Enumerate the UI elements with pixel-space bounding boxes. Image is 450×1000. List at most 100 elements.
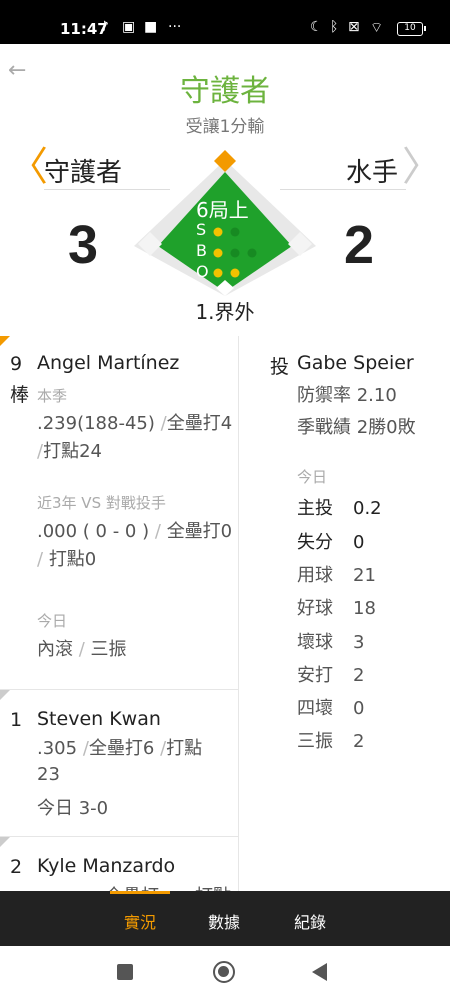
strike-label: S [196, 220, 207, 239]
ball-dot-1 [213, 248, 223, 258]
out-dot-2 [230, 268, 240, 278]
bluetooth-icon: ᛒ [330, 19, 339, 35]
recents-square-icon[interactable] [117, 964, 133, 980]
active-tab-indicator [110, 891, 170, 894]
stat-key: 四壞 [297, 698, 333, 719]
season-avg: .305 [37, 738, 78, 759]
card-corner-marker [0, 837, 10, 847]
batting-order: 9 [10, 353, 23, 375]
pitcher-panel: 投 Gabe Speier 防禦率 2.10 季戰績 2勝0敗 今日 主投 0.2… [240, 336, 450, 892]
batter-name: Steven Kwan [37, 708, 161, 730]
stat-value: 3 [353, 632, 365, 653]
pitcher-today-label: 今日 [297, 468, 328, 486]
separator: / [154, 521, 161, 542]
out-label: O [196, 262, 209, 281]
separator: / [78, 639, 85, 660]
game-header: ← 守護者 受讓1分輸 [0, 44, 450, 142]
tab-live[interactable]: 實況 [124, 909, 156, 933]
leader-title: 守護者 [180, 74, 270, 109]
stat-value: 0.2 [353, 498, 382, 519]
strike-dot-1 [213, 227, 223, 237]
more-icon: ··· [168, 19, 182, 35]
vs-avg: .000 ( 0 - 0 ) [37, 521, 150, 542]
home-score: 2 [344, 215, 375, 275]
pitcher-stat-row: 主投 0.2 [297, 494, 382, 520]
ball-dot-3 [247, 248, 257, 258]
today-label: 今日 [37, 612, 68, 630]
app-icon: ■ [144, 19, 158, 35]
vs-hr: 全壘打0 [166, 521, 233, 542]
current-play: 1.界外 [195, 300, 255, 324]
home-dot [218, 966, 229, 977]
stat-key: 壞球 [297, 632, 333, 653]
season-label: 本季 [37, 387, 68, 405]
stat-value: 0 [353, 532, 365, 553]
pitcher-stat-row: 安打 2 [297, 661, 364, 687]
stat-value: 2 [353, 665, 365, 686]
stat-value: 18 [353, 598, 376, 619]
home-circle-icon[interactable] [213, 961, 235, 983]
stat-key: 用球 [297, 565, 333, 586]
batter-card[interactable]: 9 棒 Angel Martínez 本季 .239(188-45) /全壘打4… [0, 336, 238, 690]
pitcher-stat-row: 四壞 0 [297, 694, 364, 720]
pitcher-record: 季戰績 2勝0敗 [297, 417, 416, 438]
moon-icon: ☾ [310, 19, 323, 35]
out-dot-1 [213, 268, 223, 278]
batter-card[interactable]: 1 Steven Kwan .305 /全壘打6 /打點 23 今日 3-0 [0, 690, 238, 837]
back-triangle-icon[interactable] [312, 963, 327, 981]
chevron-left-icon[interactable]: 〈 [8, 144, 48, 190]
batter-name: Angel Martínez [37, 352, 180, 374]
pitcher-stat-row: 用球 21 [297, 561, 376, 587]
ball-dot-2 [230, 248, 240, 258]
pitcher-stat-row: 壞球 3 [297, 628, 364, 654]
card-corner-marker [0, 690, 10, 700]
pitcher-stat-row: 失分 0 [297, 528, 364, 554]
status-bar: 11:47 ♪ ▣ ■ ··· ☾ ᛒ ⊠ ⌔ 10 [0, 0, 450, 44]
batting-order: 2 [10, 856, 23, 878]
mobile-data-off-icon: ⊠ [348, 19, 360, 35]
handicap-result: 受讓1分輸 [185, 117, 265, 137]
batting-order: 1 [10, 709, 23, 731]
system-nav-bar [0, 946, 450, 1000]
chevron-right-icon[interactable]: 〉 [402, 144, 442, 190]
pitcher-role: 投 [270, 356, 290, 378]
separator: / [37, 549, 44, 570]
tiktok-icon: ♪ [100, 19, 109, 35]
batter-card[interactable]: 2 Kyle Manzardo ． 全壘打 打點 [0, 837, 238, 892]
stat-value: 21 [353, 565, 376, 586]
batter-list[interactable]: 9 棒 Angel Martínez 本季 .239(188-45) /全壘打4… [0, 336, 239, 892]
vs-pitcher-label: 近3年 VS 對戰投手 [37, 494, 166, 512]
season-rbi: 打點24 [43, 441, 102, 462]
today-record: 今日 3-0 [37, 798, 109, 819]
away-score: 3 [68, 215, 99, 275]
stat-key: 失分 [297, 532, 333, 553]
strike-dot-2 [230, 227, 240, 237]
season-hr: 全壘打6 [88, 738, 155, 759]
pitcher-stat-row: 好球 18 [297, 594, 376, 620]
season-stats: .305 /全壘打6 /打點 23 [37, 736, 233, 788]
home-team-name: 水手 [345, 158, 398, 188]
tab-stats[interactable]: 數據 [208, 909, 240, 933]
matchup-panel[interactable]: 9 棒 Angel Martínez 本季 .239(188-45) /全壘打4… [0, 336, 450, 892]
season-stats: .239(188-45) /全壘打4 /打點24 [37, 410, 233, 466]
pitcher-stat-row: 三振 2 [297, 727, 364, 753]
tab-records[interactable]: 紀錄 [294, 909, 326, 933]
scoreboard: 〈 守護者 水手 〉 6局上 S B O 3 2 1.界外 [0, 142, 450, 342]
season-rbi-value: 23 [37, 764, 60, 785]
season-rbi: 打點 [166, 738, 203, 759]
stat-key: 安打 [297, 665, 333, 686]
ball-label: B [196, 241, 207, 260]
batting-order-suffix: 棒 [10, 384, 30, 406]
batter-name: Kyle Manzardo [37, 855, 176, 877]
away-team-name: 守護者 [44, 158, 123, 188]
pitcher-era: 防禦率 2.10 [297, 385, 397, 406]
pitcher-name: Gabe Speier [297, 352, 414, 374]
battery-icon: 10 [397, 22, 426, 36]
vs-rbi: 打點0 [48, 549, 97, 570]
stat-value: 0 [353, 698, 365, 719]
season-avg: .239(188-45) [37, 413, 155, 434]
stat-key: 主投 [297, 498, 333, 519]
inning-label: 6局上 [196, 198, 249, 222]
wifi-icon: ⌔ [370, 20, 384, 36]
stat-key: 三振 [297, 731, 333, 752]
